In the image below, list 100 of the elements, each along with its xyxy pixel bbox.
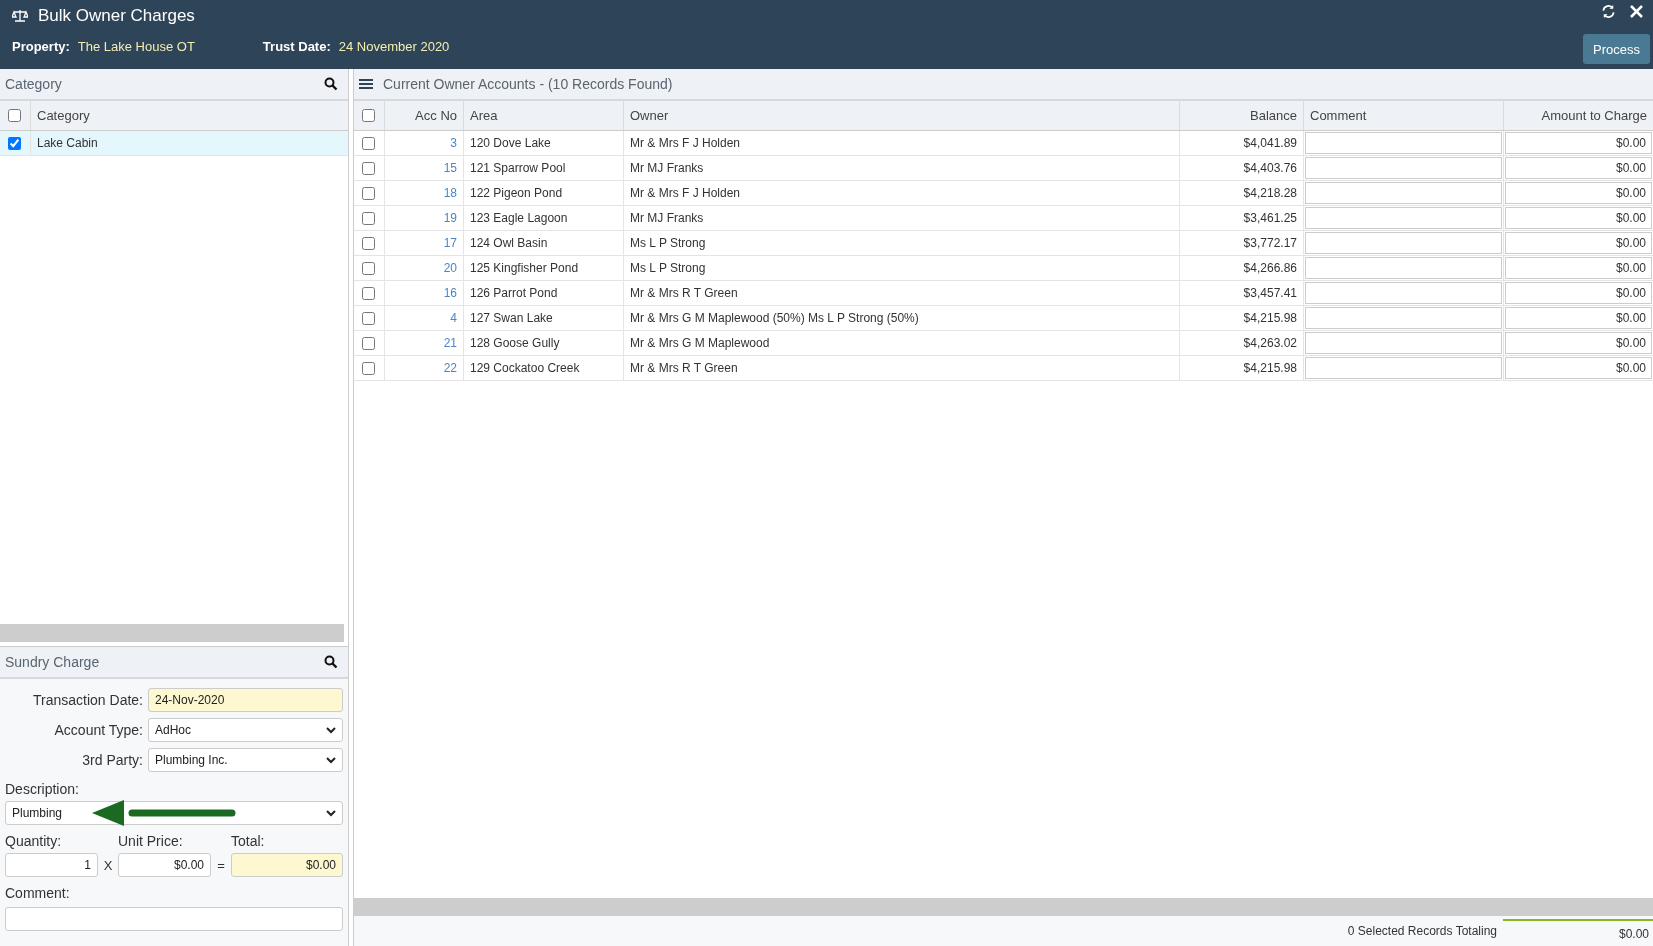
balance-cell: $4,263.02 — [1243, 336, 1297, 350]
area-cell: 126 Parrot Pond — [470, 286, 558, 300]
comment-field[interactable] — [1305, 282, 1502, 304]
account-type-dropdown[interactable]: AdHoc — [148, 718, 343, 742]
field-label: Quantity: — [5, 833, 63, 849]
search-icon[interactable] — [324, 77, 338, 91]
scales-icon — [12, 9, 28, 23]
refresh-icon[interactable] — [1601, 4, 1616, 19]
amount-field[interactable]: $0.00 — [1505, 157, 1652, 179]
account-number-link[interactable]: 18 — [443, 186, 457, 200]
field-label: 3rd Party: — [81, 752, 143, 768]
account-number-link[interactable]: 4 — [450, 311, 457, 325]
account-number-link[interactable]: 3 — [450, 136, 457, 150]
row-checkbox[interactable] — [362, 361, 375, 375]
owner-cell: Ms L P Strong — [630, 236, 706, 250]
area-cell: 122 Pigeon Pond — [470, 186, 563, 200]
comment-field[interactable] — [1305, 307, 1502, 329]
owner-cell: Mr & Mrs F J Holden — [630, 186, 740, 200]
column-header: Acc No — [415, 108, 457, 123]
comment-field[interactable] — [1305, 132, 1502, 154]
search-icon[interactable] — [324, 655, 338, 669]
comment-field[interactable] — [1305, 182, 1502, 204]
row-checkbox[interactable] — [362, 311, 375, 325]
total-field: $0.00 — [231, 853, 343, 877]
area-cell: 121 Sparrow Pool — [470, 161, 566, 175]
comment-field[interactable] — [1305, 357, 1502, 379]
account-number-link[interactable]: 19 — [443, 211, 457, 225]
window-title: Bulk Owner Charges — [38, 6, 195, 26]
comment-field[interactable] — [1305, 232, 1502, 254]
selection-summary: 0 Selected Records Totaling — [1347, 924, 1497, 938]
select-all-checkbox[interactable] — [362, 109, 375, 122]
balance-cell: $4,041.89 — [1243, 136, 1297, 150]
third-party-dropdown[interactable]: Plumbing Inc. — [148, 748, 343, 772]
area-cell: 128 Goose Gully — [470, 336, 560, 350]
column-header: Amount to Charge — [1541, 108, 1647, 123]
amount-field[interactable]: $0.00 — [1505, 307, 1652, 329]
comment-field[interactable] — [1305, 332, 1502, 354]
owner-cell: Mr MJ Franks — [630, 161, 704, 175]
column-header: Comment — [1310, 108, 1367, 123]
row-checkbox[interactable] — [8, 136, 21, 150]
date-field[interactable]: 24-Nov-2020 — [148, 688, 343, 712]
account-number-link[interactable]: 20 — [443, 261, 457, 275]
category-name: Lake Cabin — [37, 136, 98, 150]
row-checkbox[interactable] — [362, 186, 375, 200]
field-label: Comment: — [5, 885, 70, 901]
account-number-link[interactable]: 22 — [443, 361, 457, 375]
row-checkbox[interactable] — [362, 336, 375, 350]
scrollbar[interactable] — [0, 624, 344, 642]
balance-cell: $4,215.98 — [1243, 361, 1297, 375]
owner-cell: Mr & Mrs R T Green — [630, 286, 738, 300]
chevron-down-icon — [326, 726, 336, 734]
property-label: Property: — [12, 38, 70, 54]
field-label: Total: — [231, 833, 266, 849]
comment-field[interactable] — [1305, 207, 1502, 229]
amount-field[interactable]: $0.00 — [1505, 132, 1652, 154]
account-number-link[interactable]: 17 — [443, 236, 457, 250]
amount-field[interactable]: $0.00 — [1505, 207, 1652, 229]
amount-field[interactable]: $0.00 — [1505, 357, 1652, 379]
amount-field[interactable]: $0.00 — [1505, 182, 1652, 204]
comment-field[interactable] — [5, 907, 343, 931]
area-cell: 129 Cockatoo Creek — [470, 361, 580, 375]
category-row[interactable]: Lake Cabin — [0, 131, 348, 156]
account-number-link[interactable]: 16 — [443, 286, 457, 300]
field-label: Description: — [5, 781, 79, 797]
process-button[interactable]: Process — [1583, 34, 1650, 64]
unit-price-field[interactable]: $0.00 — [118, 853, 211, 877]
amount-field[interactable]: $0.00 — [1505, 282, 1652, 304]
column-header: Area — [470, 108, 498, 123]
close-icon[interactable] — [1630, 5, 1643, 18]
amount-field[interactable]: $0.00 — [1505, 332, 1652, 354]
menu-icon[interactable] — [359, 78, 373, 90]
comment-field[interactable] — [1305, 257, 1502, 279]
row-checkbox[interactable] — [362, 161, 375, 175]
property-value: The Lake House OT — [77, 38, 195, 54]
area-cell: 125 Kingfisher Pond — [470, 261, 579, 275]
quantity-field[interactable]: 1 — [5, 853, 98, 877]
select-all-checkbox[interactable] — [8, 109, 21, 122]
account-number-link[interactable]: 21 — [443, 336, 457, 350]
account-number-link[interactable]: 15 — [443, 161, 457, 175]
owner-cell: Mr & Mrs F J Holden — [630, 136, 740, 150]
balance-cell: $3,461.25 — [1243, 211, 1297, 225]
balance-cell: $4,218.28 — [1243, 186, 1297, 200]
amount-field[interactable]: $0.00 — [1505, 257, 1652, 279]
area-cell: 123 Eagle Lagoon — [470, 211, 568, 225]
row-checkbox[interactable] — [362, 236, 375, 250]
amount-field[interactable]: $0.00 — [1505, 232, 1652, 254]
row-checkbox[interactable] — [362, 211, 375, 225]
trust-date-label: Trust Date: — [262, 38, 331, 54]
comment-field[interactable] — [1305, 157, 1502, 179]
panel-title: Current Owner Accounts - (10 Records Found) — [383, 76, 673, 92]
row-checkbox[interactable] — [362, 286, 375, 300]
owner-cell: Mr MJ Franks — [630, 211, 704, 225]
owner-cell: Mr & Mrs G M Maplewood (50%) Ms L P Strong (50%) — [630, 311, 919, 325]
multiply-sign: X — [102, 857, 114, 873]
row-checkbox[interactable] — [362, 261, 375, 275]
scrollbar[interactable] — [354, 898, 1653, 916]
panel-title: Sundry Charge — [5, 654, 100, 670]
balance-cell: $4,403.76 — [1243, 161, 1297, 175]
row-checkbox[interactable] — [362, 136, 375, 150]
balance-cell: $3,772.17 — [1243, 236, 1297, 250]
